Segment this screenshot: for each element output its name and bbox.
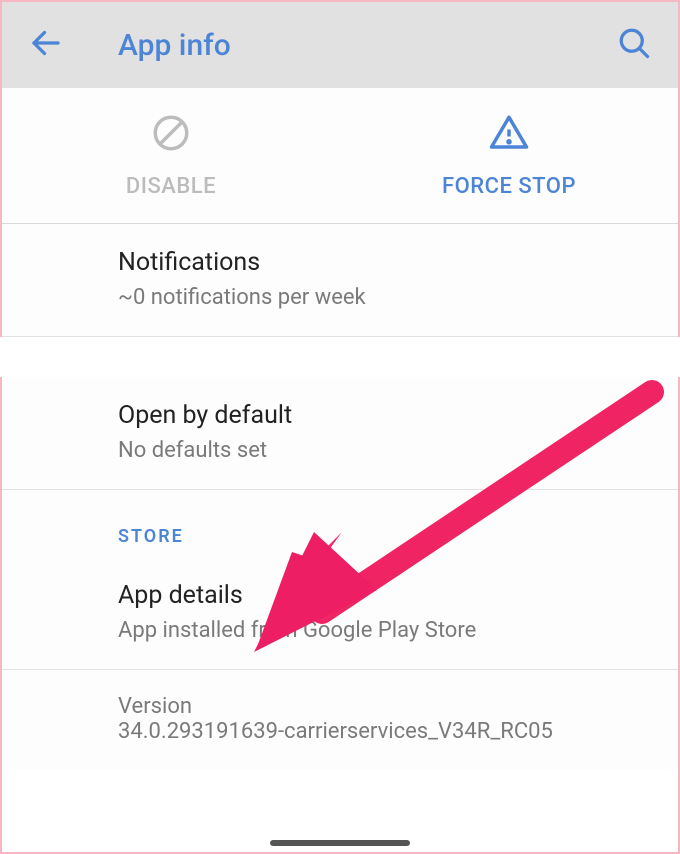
- search-icon[interactable]: [616, 25, 652, 65]
- section-gap: [0, 337, 680, 377]
- app-details-row[interactable]: App details App installed from Google Pl…: [2, 557, 678, 670]
- disable-label: DISABLE: [126, 174, 216, 199]
- notifications-subtitle: ~0 notifications per week: [118, 285, 648, 310]
- version-row: Version 34.0.293191639-carrierservices_V…: [2, 670, 678, 770]
- app-details-title: App details: [118, 581, 648, 610]
- store-label: STORE: [118, 526, 648, 547]
- warning-icon: [488, 112, 530, 160]
- disable-button: DISABLE: [2, 88, 340, 223]
- disable-icon: [150, 112, 192, 160]
- store-section-header: STORE: [2, 490, 678, 557]
- action-row: DISABLE FORCE STOP: [2, 88, 678, 224]
- version-value: 34.0.293191639-carrierservices_V34R_RC05: [118, 719, 648, 744]
- app-details-subtitle: App installed from Google Play Store: [118, 618, 648, 643]
- version-title: Version: [118, 694, 648, 719]
- notifications-row[interactable]: Notifications ~0 notifications per week: [2, 224, 678, 337]
- back-arrow-icon[interactable]: [28, 25, 64, 65]
- force-stop-label: FORCE STOP: [442, 174, 576, 199]
- nav-handle[interactable]: [270, 840, 410, 846]
- app-bar: App info: [2, 2, 678, 88]
- force-stop-button[interactable]: FORCE STOP: [340, 88, 678, 223]
- open-default-subtitle: No defaults set: [118, 438, 648, 463]
- open-by-default-row[interactable]: Open by default No defaults set: [2, 377, 678, 490]
- notifications-title: Notifications: [118, 248, 648, 277]
- open-default-title: Open by default: [118, 401, 648, 430]
- page-title: App info: [118, 28, 231, 63]
